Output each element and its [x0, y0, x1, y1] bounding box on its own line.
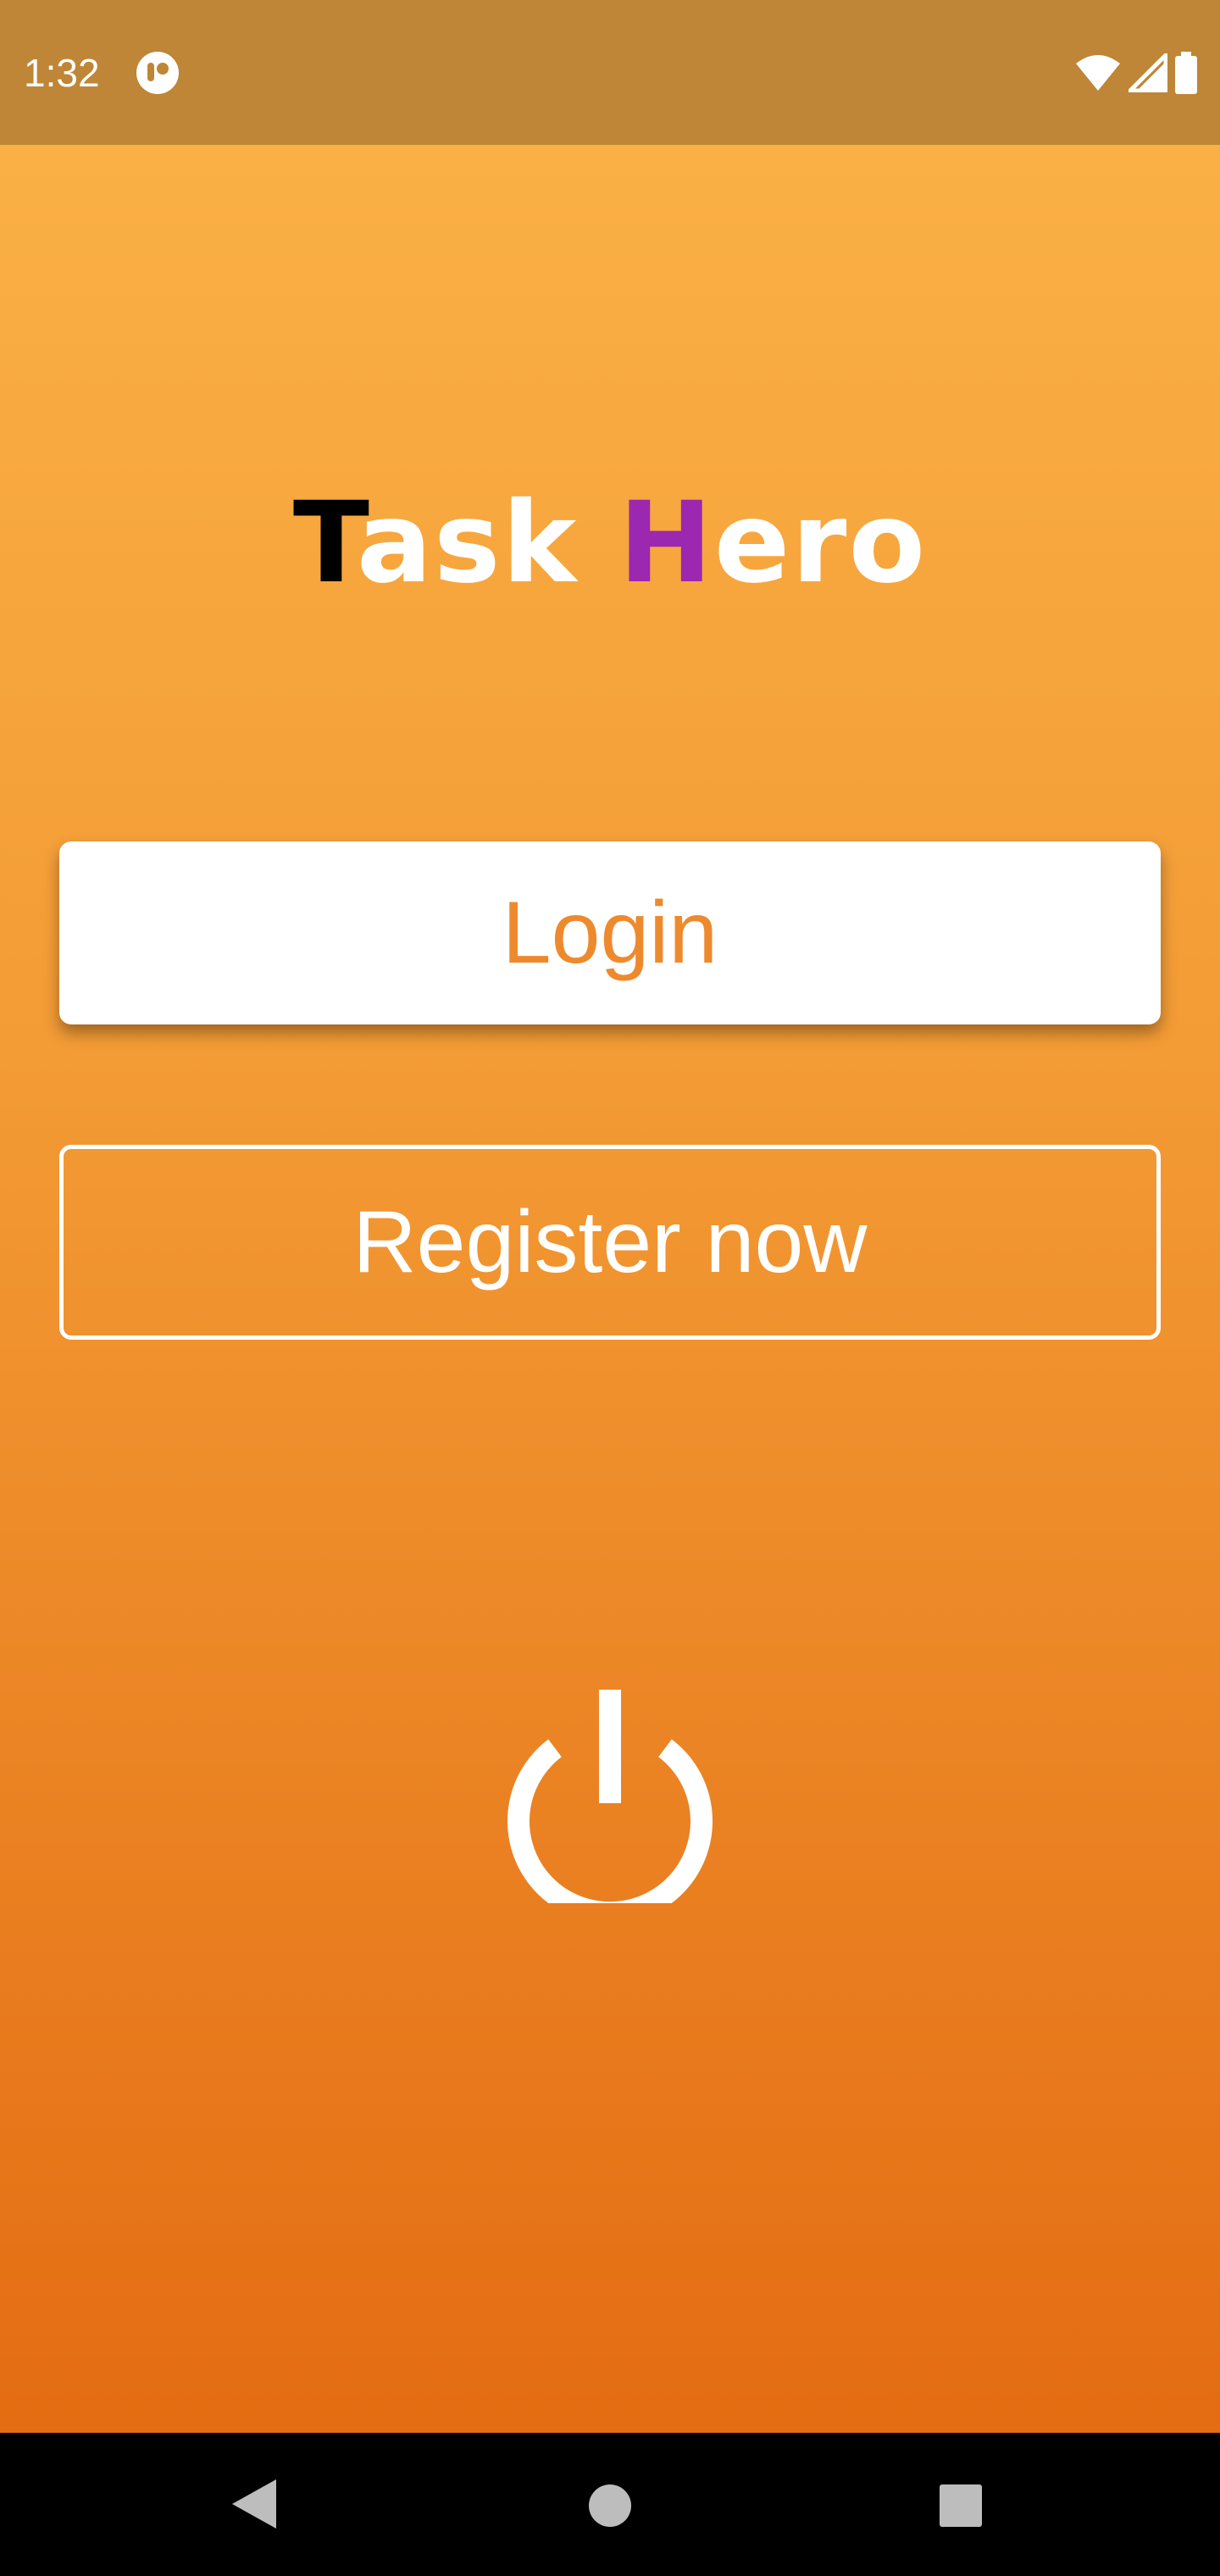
back-icon[interactable]: [229, 2476, 280, 2532]
status-icons: [1074, 49, 1198, 97]
wifi-icon: [1076, 55, 1120, 91]
register-button[interactable]: Register now: [59, 1145, 1161, 1340]
title-part-ask: ask: [356, 478, 619, 608]
status-bar: 1:32: [0, 0, 1220, 145]
title-part-ero: ero: [713, 478, 928, 608]
app-title: Task Hero: [0, 475, 1220, 611]
title-letter-h: H: [618, 478, 714, 608]
status-time: 1:32: [24, 51, 100, 95]
login-button[interactable]: Login: [59, 841, 1161, 1024]
battery-icon: [1175, 52, 1197, 94]
title-letter-t: T: [292, 478, 357, 608]
app-notification-icon: [136, 52, 179, 94]
main-content: Task Hero Login Register now: [0, 145, 1220, 2433]
cell-signal-icon: [1128, 53, 1167, 92]
power-icon[interactable]: [500, 1683, 720, 1903]
app-screen: 1:32 Task Hero Login Register now: [0, 0, 1220, 2576]
home-icon[interactable]: [587, 2483, 633, 2529]
recents-icon[interactable]: [938, 2483, 984, 2529]
